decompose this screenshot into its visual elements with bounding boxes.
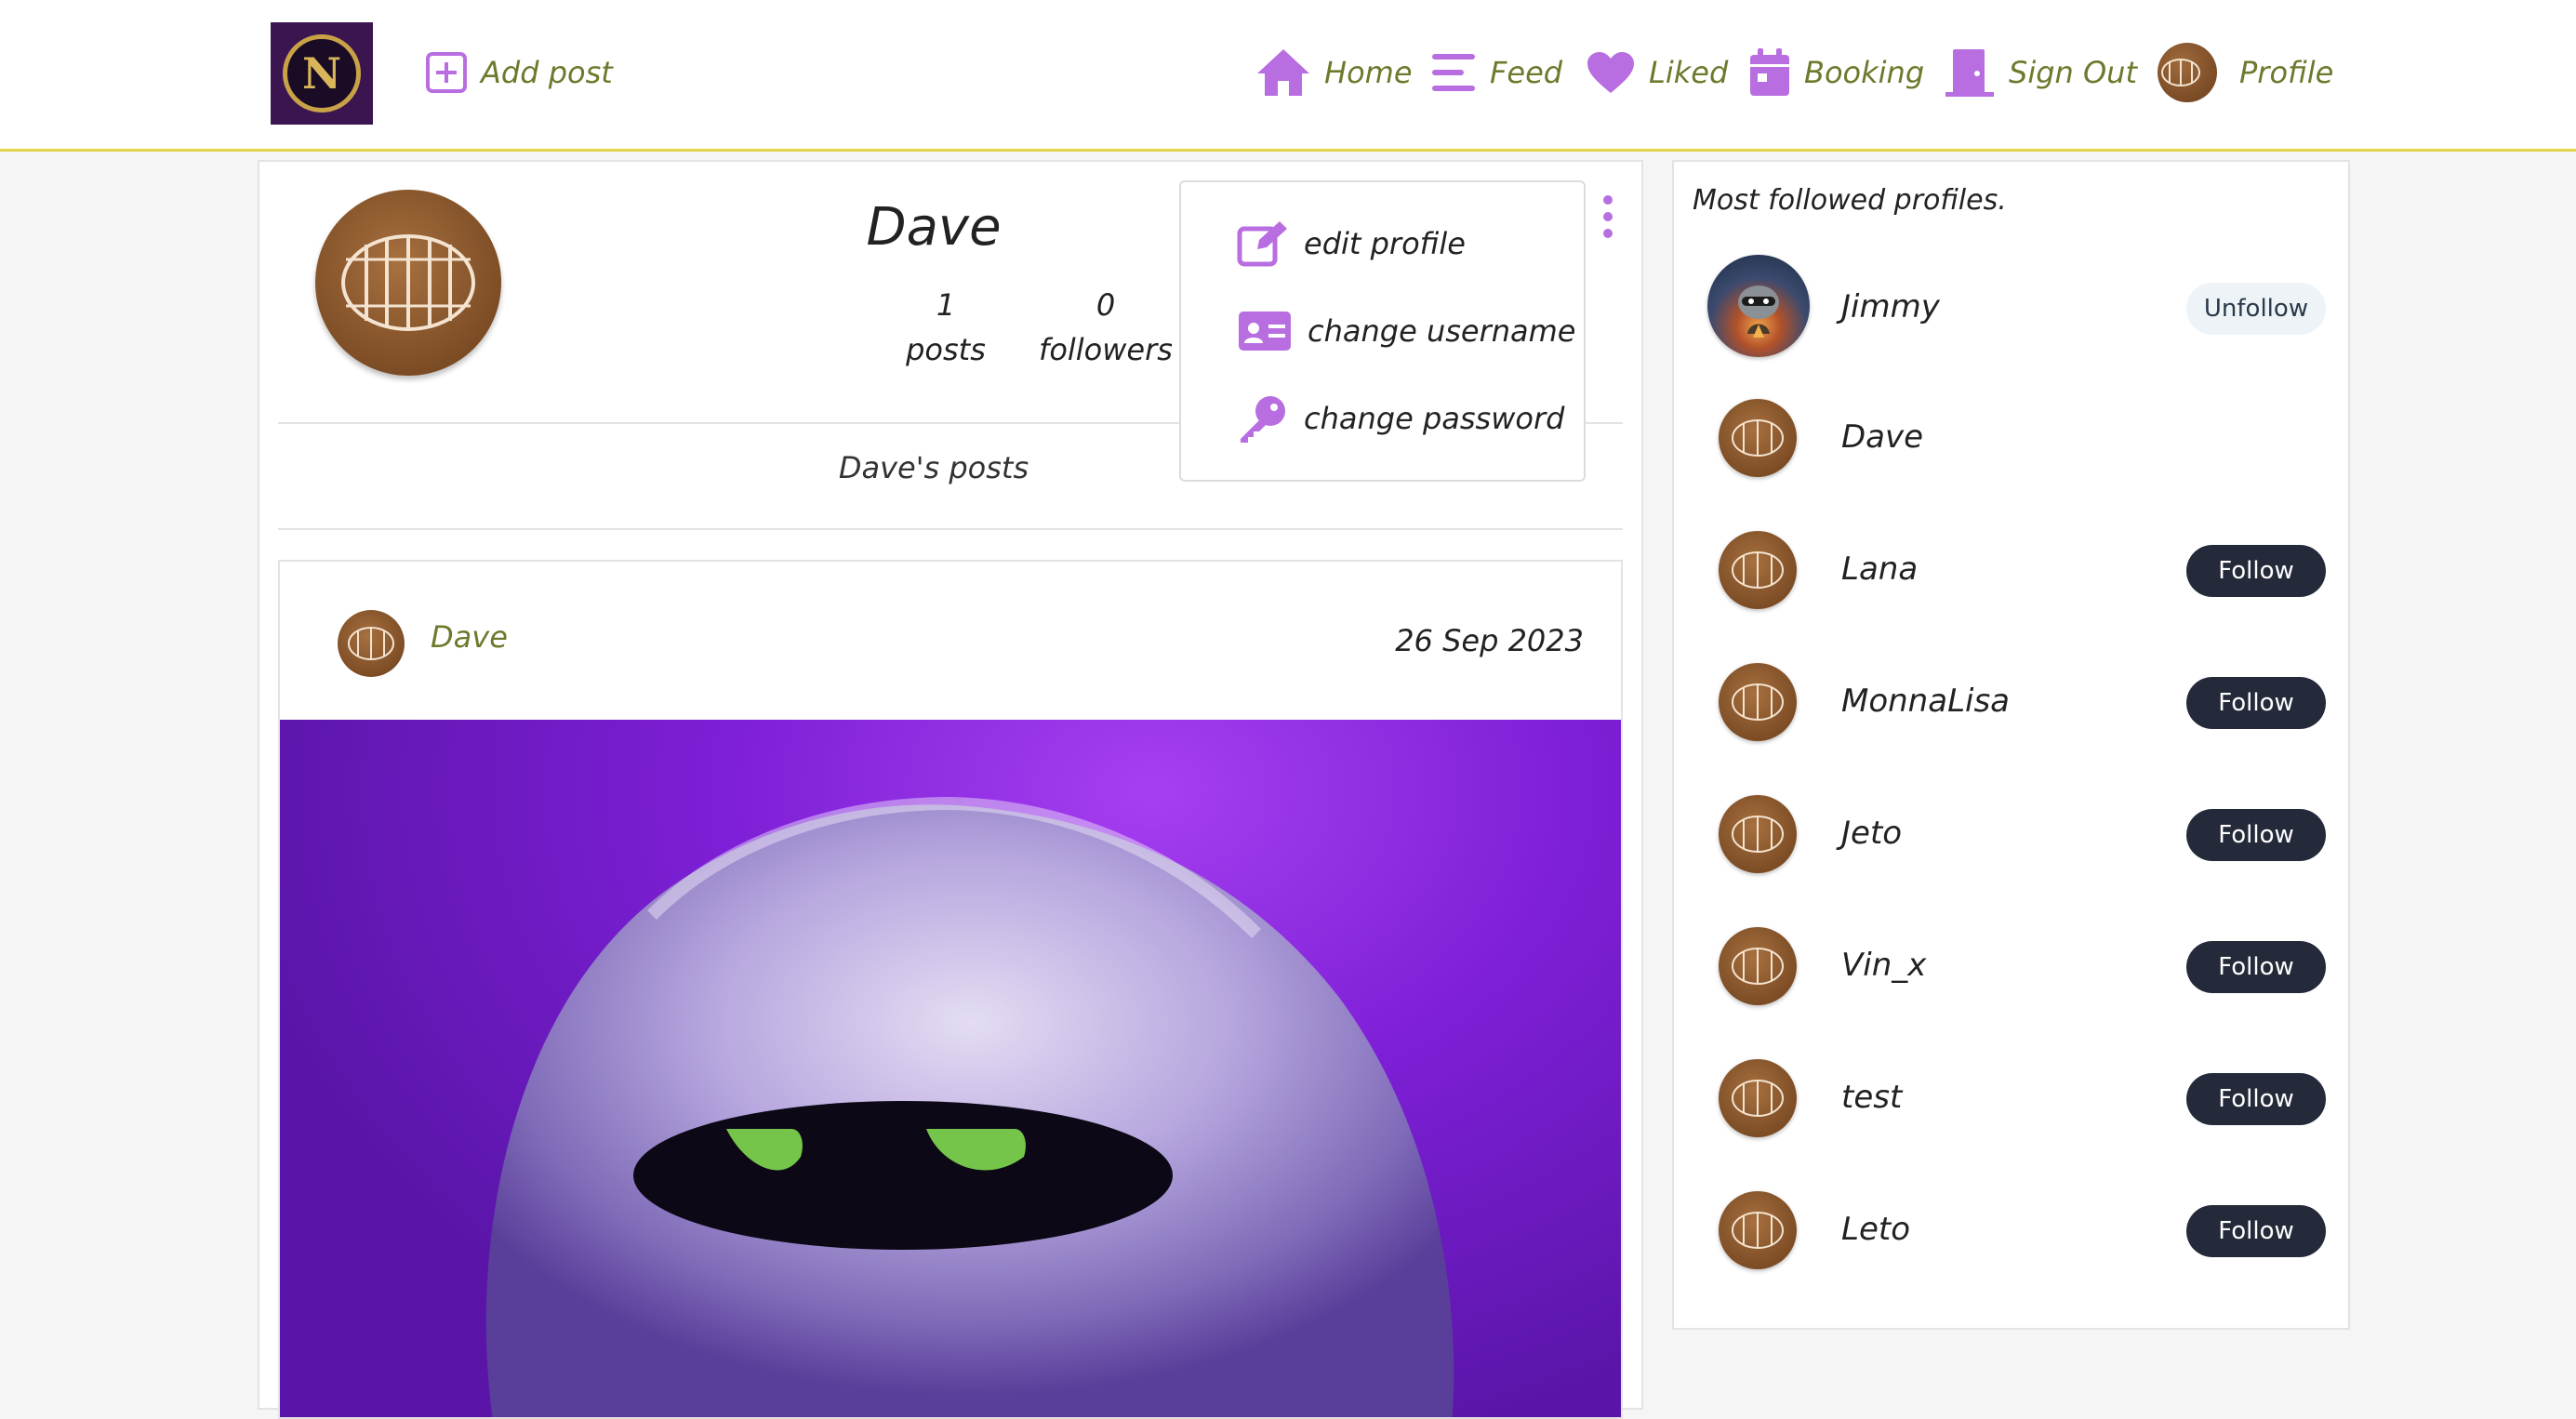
post-date: 26 Sep 2023 xyxy=(1395,623,1584,658)
avatar[interactable] xyxy=(1719,663,1797,741)
nav-home-label: Home xyxy=(1324,55,1413,90)
profile-name[interactable]: Vin_x xyxy=(1841,947,1926,984)
id-card-icon xyxy=(1239,312,1291,351)
profile-name[interactable]: Dave xyxy=(1841,418,1923,456)
list-item: Vin_x Follow xyxy=(1674,913,2348,1015)
menu-item-label: change password xyxy=(1304,401,1565,436)
profile-name[interactable]: MonnaLisa xyxy=(1841,683,2010,720)
bars-icon xyxy=(1432,54,1475,91)
brand-logo[interactable]: N xyxy=(271,22,373,125)
plus-square-icon xyxy=(426,52,467,93)
door-icon xyxy=(1945,49,1994,97)
menu-item-change-username[interactable]: change username xyxy=(1237,303,1575,359)
barrel-icon xyxy=(1732,551,1784,589)
nav-liked-label: Liked xyxy=(1649,55,1729,90)
profile-name[interactable]: Leto xyxy=(1841,1211,1910,1248)
avatar[interactable] xyxy=(1719,927,1797,1005)
follow-button[interactable]: Follow xyxy=(2186,941,2326,993)
navbar: N Add post Home Feed Liked Booking Sign … xyxy=(0,0,2576,152)
barrel-icon xyxy=(1732,1080,1784,1117)
list-item: Jimmy Unfollow xyxy=(1674,255,2348,357)
barrel-icon xyxy=(1732,816,1784,853)
menu-item-change-password[interactable]: change password xyxy=(1237,391,1564,446)
follow-button[interactable]: Follow xyxy=(2186,1073,2326,1125)
sidebar-title: Most followed profiles. xyxy=(1693,184,2007,217)
profile-name[interactable]: Jimmy xyxy=(1841,288,1940,325)
nav-profile[interactable]: Profile xyxy=(2158,43,2333,102)
avatar[interactable] xyxy=(1707,255,1810,357)
home-icon xyxy=(1257,49,1309,96)
stat-label: posts xyxy=(906,332,986,367)
nav-feed[interactable]: Feed xyxy=(1430,43,1562,102)
list-item: Jeto Follow xyxy=(1674,781,2348,883)
avatar[interactable] xyxy=(1719,1059,1797,1137)
nav-sign-out[interactable]: Sign Out xyxy=(1944,43,2137,102)
profile-name[interactable]: Jeto xyxy=(1841,815,1902,852)
list-item: Leto Follow xyxy=(1674,1177,2348,1280)
post-image[interactable] xyxy=(280,720,1621,1417)
barrel-icon xyxy=(348,627,394,660)
nav-booking[interactable]: Booking xyxy=(1748,43,1924,102)
nav-liked[interactable]: Liked xyxy=(1586,43,1728,102)
nav-feed-label: Feed xyxy=(1490,55,1563,90)
more-options-icon[interactable] xyxy=(1599,195,1617,247)
follow-button[interactable]: Follow xyxy=(2186,545,2326,597)
barrel-icon xyxy=(1732,948,1784,985)
nav-sign-out-label: Sign Out xyxy=(2009,55,2137,90)
menu-item-label: change username xyxy=(1308,313,1576,349)
list-item: Lana Follow xyxy=(1674,517,2348,619)
barrel-icon xyxy=(2161,59,2200,86)
nav-add-post-label: Add post xyxy=(481,55,613,90)
avatar[interactable] xyxy=(1719,531,1797,609)
nav-add-post[interactable]: Add post xyxy=(425,43,613,102)
profile-name[interactable]: Lana xyxy=(1841,550,1918,588)
profile-options-menu: edit profile change username change pass… xyxy=(1179,180,1586,482)
follow-button[interactable]: Follow xyxy=(2186,809,2326,861)
avatar[interactable] xyxy=(1719,1191,1797,1269)
divider xyxy=(278,528,1623,530)
follow-button[interactable]: Follow xyxy=(2186,677,2326,729)
nav-profile-label: Profile xyxy=(2239,55,2334,90)
post-author-link[interactable]: Dave xyxy=(431,619,508,655)
barrel-icon xyxy=(1732,683,1784,721)
nav-home[interactable]: Home xyxy=(1255,43,1413,102)
post-author-avatar[interactable] xyxy=(338,610,405,677)
stat-value: 0 xyxy=(1095,287,1116,323)
list-item: test Follow xyxy=(1674,1045,2348,1147)
avatar[interactable] xyxy=(1719,795,1797,873)
barrel-icon xyxy=(1732,1212,1784,1249)
edit-icon xyxy=(1237,221,1287,267)
barrel-icon xyxy=(1732,419,1784,457)
avatar[interactable] xyxy=(1719,399,1797,477)
stat-posts: 1 posts xyxy=(867,283,1025,372)
stat-value: 1 xyxy=(936,287,956,323)
raccoon-icon xyxy=(1738,285,1779,338)
post-card[interactable]: Dave 26 Sep 2023 xyxy=(278,560,1623,1419)
nav-booking-label: Booking xyxy=(1804,55,1925,90)
avatar xyxy=(2158,43,2217,102)
menu-item-label: edit profile xyxy=(1304,226,1466,261)
logo-emblem: N xyxy=(283,34,361,113)
list-item: Dave xyxy=(1674,385,2348,487)
profile-name[interactable]: test xyxy=(1841,1079,1902,1116)
stat-followers: 0 followers xyxy=(1027,283,1185,372)
menu-item-edit-profile[interactable]: edit profile xyxy=(1237,216,1466,272)
stat-label: followers xyxy=(1039,332,1173,367)
calendar-icon xyxy=(1750,48,1789,96)
key-icon xyxy=(1241,396,1285,443)
heart-icon xyxy=(1587,52,1634,93)
furry-monster-illustration xyxy=(485,796,1454,1417)
list-item: MonnaLisa Follow xyxy=(1674,649,2348,751)
follow-button[interactable]: Follow xyxy=(2186,1205,2326,1257)
unfollow-button[interactable]: Unfollow xyxy=(2186,283,2326,335)
most-followed-sidebar: Most followed profiles. Jimmy Unfollow D… xyxy=(1672,160,2350,1330)
